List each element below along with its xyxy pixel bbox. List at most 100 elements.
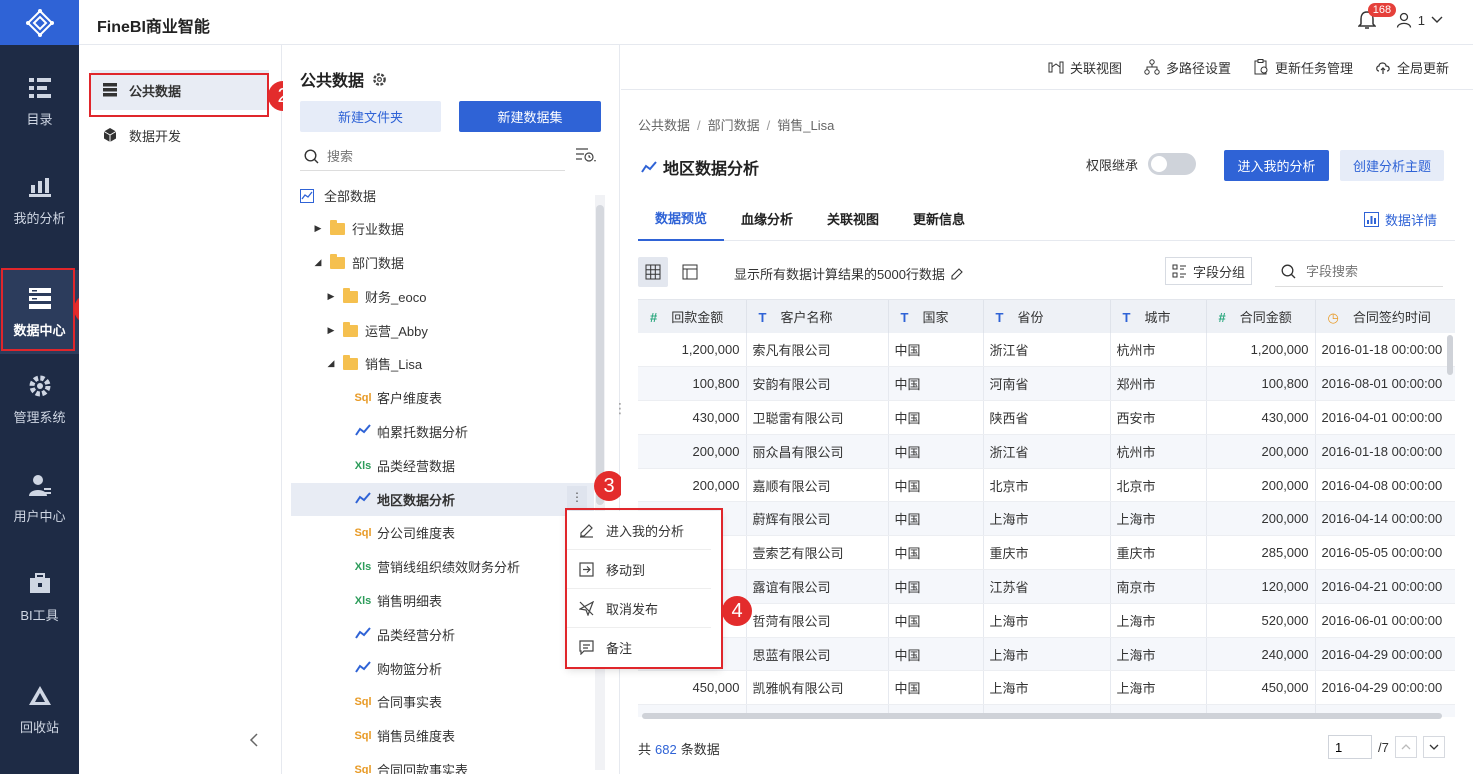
column-header[interactable]: # 回款金额 [638,300,747,333]
rail-item-recycle[interactable]: 回收站 [0,667,79,751]
rail-item-my-analysis[interactable]: 我的分析 [0,158,79,242]
collapse-caret-icon[interactable]: ◢ [312,257,324,268]
menu-item-note[interactable]: 备注 [567,628,711,667]
settings-gear-icon[interactable] [372,72,387,87]
field-group-button[interactable]: 字段分组 [1165,257,1252,285]
more-actions-button[interactable]: ⋮ [567,486,587,508]
finebi-logo[interactable] [0,0,79,45]
menu-item-enter-analysis[interactable]: 进入我的分析 [567,511,711,550]
field-search-input[interactable] [1306,264,1436,279]
expand-caret-icon[interactable]: ▶ [325,325,337,336]
text-type-icon: T [900,310,909,325]
table-row[interactable]: 430,000 卫聪雷有限公司 中国 陕西省 西安市 430,000 2016-04-01 … [638,400,1455,435]
tree-filter-button[interactable] [575,147,597,166]
table-row[interactable]: 壹索艺有限公司 中国 重庆市 重庆市 285,000 2016-05-05 00:00:0… [638,535,1455,571]
edit-icon[interactable] [951,267,964,280]
layout-view-button[interactable] [675,257,705,287]
column-header[interactable]: T 客户名称 [746,300,889,333]
collapse-sidebar-button[interactable] [249,733,259,752]
tree-item-pareto[interactable]: 帕累托数据分析 [354,415,654,448]
rail-item-bi-tools[interactable]: BI工具 [0,555,79,639]
breadcrumb-item[interactable]: 销售_Lisa [777,118,834,133]
tab-lineage[interactable]: 血缘分析 [724,197,810,241]
table-cell: 重庆市 [983,535,1111,571]
collapse-caret-icon[interactable]: ◢ [325,358,337,369]
table-row[interactable]: 1,200,000 索凡有限公司 中国 浙江省 杭州市 1,200,000 2016-01-… [638,333,1455,368]
column-header[interactable]: ◷ 合同签约时间 [1315,300,1455,333]
table-row[interactable]: 哲菏有限公司 中国 上海市 上海市 520,000 2016-06-01 00:00:00 [638,603,1455,638]
tree-search-input[interactable] [327,149,547,164]
permission-toggle[interactable] [1148,153,1197,175]
data-detail-link[interactable]: 数据详情 [1363,210,1437,229]
create-analysis-theme-button[interactable]: 创建分析主题 [1340,150,1444,181]
tree-folder-department[interactable]: ◢ 部门数据 [312,246,612,279]
tree-item-label: 合同事实表 [377,695,443,710]
notification-button[interactable]: 168 [1356,3,1397,30]
update-task-button[interactable]: 更新任务管理 [1253,58,1353,77]
table-row[interactable]: 蔚辉有限公司 中国 上海市 上海市 200,000 2016-04-14 00:00:00 [638,501,1455,537]
rail-item-data-center[interactable]: 数据中心 [0,270,79,354]
tree-item-contract-fact[interactable]: Sql 合同事实表 [354,685,654,718]
admin-gear-icon [27,373,53,399]
table-row[interactable]: 450,000 凯雅帆有限公司 中国 上海市 上海市 450,000 2016-04-29 … [638,670,1455,706]
menu-item-move-to[interactable]: 移动到 [567,550,711,589]
table-vertical-scrollbar[interactable] [1447,335,1453,375]
tree-folder-operations[interactable]: ▶ 运营_Abby [325,314,625,347]
toolbox-icon [27,571,53,597]
tree-folder-sales[interactable]: ◢ 销售_Lisa [325,347,625,380]
page-up-button[interactable] [1394,736,1417,758]
tab-data-preview[interactable]: 数据预览 [638,197,725,241]
breadcrumb-item[interactable]: 部门数据 [708,118,760,133]
number-type-icon: # [650,310,658,325]
table-cell: 2016-06-01 00:00:00 [1315,603,1455,638]
rail-item-catalog[interactable]: 目录 [0,59,79,143]
global-update-button[interactable]: 全局更新 [1375,58,1449,77]
table-row[interactable]: 思蓝有限公司 中国 上海市 上海市 240,000 2016-04-29 00:00:00 [638,637,1455,672]
expand-caret-icon[interactable]: ▶ [312,223,324,234]
table-cell: 上海市 [983,501,1111,537]
rail-item-admin[interactable]: 管理系统 [0,357,79,441]
tree-item-region-analysis[interactable]: 地区数据分析 [291,483,594,516]
table-row[interactable]: 100,800 安韵有限公司 中国 河南省 郑州市 100,800 2016-08-01 0… [638,366,1455,402]
user-menu[interactable]: 1 [1396,12,1443,28]
table-cell: 安韵有限公司 [746,366,889,402]
table-row[interactable]: 200,000 嘉顺有限公司 中国 北京市 北京市 200,000 2016-04-08 0… [638,468,1455,503]
tree-folder-finance[interactable]: ▶ 财务_eoco [325,280,625,313]
table-row[interactable]: 露谊有限公司 中国 江苏省 南京市 120,000 2016-04-21 00:00:00 [638,569,1455,604]
multi-path-button[interactable]: 多路径设置 [1144,58,1231,77]
breadcrumb-item[interactable]: 公共数据 [638,118,690,133]
rail-item-user-center[interactable]: 用户中心 [0,456,79,540]
new-dataset-button[interactable]: 新建数据集 [459,101,601,132]
field-group-label: 字段分组 [1192,264,1245,280]
expand-caret-icon[interactable]: ▶ [325,291,337,302]
tab-relation-view[interactable]: 关联视图 [810,197,896,241]
table-cell: 430,000 [1206,400,1316,435]
tab-update-info[interactable]: 更新信息 [896,197,982,241]
table-row[interactable]: 200,000 丽众昌有限公司 中国 浙江省 杭州市 200,000 2016-01-18 … [638,434,1455,469]
column-name: 国家 [922,310,949,325]
table-cell: 200,000 [638,434,747,469]
column-header[interactable]: # 合同金额 [1206,300,1316,333]
grid-view-button[interactable] [638,257,668,287]
side-item-data-dev[interactable]: 数据开发 [91,115,269,155]
tree-item-payment-fact[interactable]: Sql 合同回款事实表 [354,753,654,774]
enter-my-analysis-button[interactable]: 进入我的分析 [1224,150,1329,181]
column-header[interactable]: T 城市 [1110,300,1207,333]
column-header[interactable]: T 省份 [983,300,1111,333]
page-down-button[interactable] [1422,736,1445,758]
tree-item-label: 品类经营分析 [377,628,456,643]
side-item-public-data[interactable]: 公共数据 [91,70,269,110]
tree-folder-industry[interactable]: ▶ 行业数据 [312,212,612,245]
tree-scrollbar-thumb[interactable] [596,205,604,505]
menu-item-unpublish[interactable]: 取消发布 [567,589,711,628]
tree-item-customer-dim[interactable]: Sql 客户维度表 [354,381,654,414]
new-folder-button[interactable]: 新建文件夹 [300,101,441,132]
column-header[interactable]: T 国家 [888,300,984,333]
table-horizontal-scrollbar[interactable] [642,713,1442,719]
tree-item-all-data[interactable]: 全部数据 [300,179,600,212]
page-number-input[interactable] [1328,735,1372,759]
tree-item-label: 客户维度表 [377,391,443,406]
row-count-suffix: 条数据 [680,742,720,757]
relation-view-button[interactable]: 关联视图 [1048,58,1122,77]
tree-item-salesperson-dim[interactable]: Sql 销售员维度表 [354,719,654,752]
